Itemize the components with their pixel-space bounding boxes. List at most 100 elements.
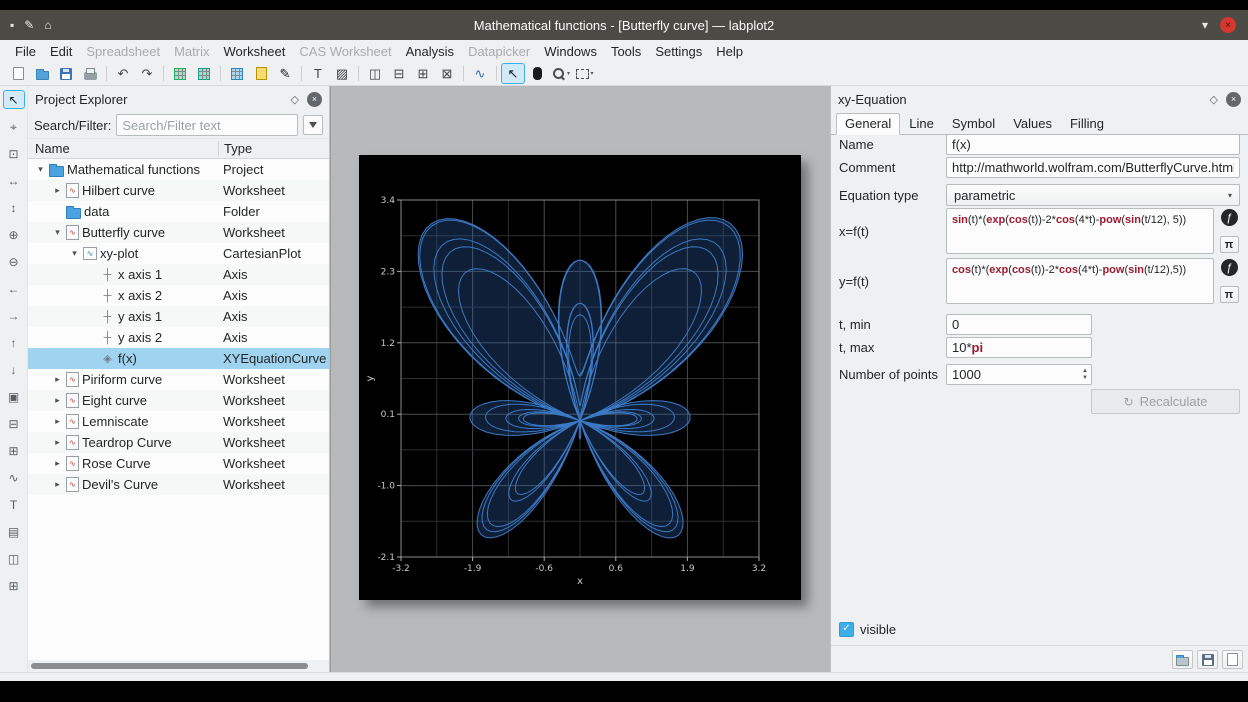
t-min-input[interactable] bbox=[946, 314, 1092, 335]
grid-layout-tool-button[interactable]: ⊞ bbox=[3, 576, 25, 595]
save-project-button[interactable] bbox=[54, 63, 78, 84]
undo-button[interactable]: ↶ bbox=[111, 63, 135, 84]
add-image-tool-button[interactable]: ▤ bbox=[3, 522, 25, 541]
menu-help[interactable]: Help bbox=[709, 42, 750, 61]
vertical-layout-tool-button[interactable]: ◫ bbox=[3, 549, 25, 568]
auto-scale-y-button[interactable]: ⊞ bbox=[3, 441, 25, 460]
spin-down-icon[interactable]: ▼ bbox=[1082, 375, 1088, 381]
tree-row-mathematical-functions[interactable]: ▾Mathematical functionsProject bbox=[28, 159, 329, 180]
grid-layout-button[interactable]: ⊞ bbox=[411, 63, 435, 84]
close-panel-button[interactable]: × bbox=[1226, 92, 1241, 107]
worksheet-page[interactable]: -3.2-1.9-0.60.61.93.23.42.31.20.1-1.0-2.… bbox=[359, 155, 801, 600]
filter-options-button[interactable] bbox=[303, 115, 323, 135]
tab-symbol[interactable]: Symbol bbox=[943, 113, 1004, 135]
new-datapicker-button[interactable]: ✎ bbox=[273, 63, 297, 84]
vertical-layout-button[interactable]: ◫ bbox=[363, 63, 387, 84]
zoom-in-mode-button[interactable]: ⊕ bbox=[3, 225, 25, 244]
comment-input[interactable] bbox=[946, 157, 1240, 178]
visible-checkbox[interactable]: ✓ bbox=[839, 622, 854, 637]
zoom-x-select-mode-button[interactable]: ↔ bbox=[3, 171, 25, 190]
add-xy-curve-button[interactable]: ∿ bbox=[468, 63, 492, 84]
break-layout-button[interactable]: ⊠ bbox=[435, 63, 459, 84]
add-image-button[interactable]: ▨ bbox=[330, 63, 354, 84]
expander-icon[interactable]: ▸ bbox=[52, 374, 63, 385]
tree-row-butterfly-curve[interactable]: ▾Butterfly curveWorksheet bbox=[28, 222, 329, 243]
tree-row-devil-s-curve[interactable]: ▸Devil's CurveWorksheet bbox=[28, 474, 329, 495]
auto-scale-x-button[interactable]: ⊟ bbox=[3, 414, 25, 433]
recalculate-button[interactable]: ↻ Recalculate bbox=[1091, 389, 1240, 414]
tab-filling[interactable]: Filling bbox=[1061, 113, 1113, 135]
t-max-input[interactable]: 10*pi bbox=[946, 337, 1092, 358]
select-mouse-mode-button[interactable]: ↖ bbox=[3, 90, 25, 109]
menu-file[interactable]: File bbox=[8, 42, 43, 61]
select-region-button[interactable]: ▾ bbox=[573, 63, 597, 84]
float-panel-icon[interactable]: ◇ bbox=[1210, 93, 1218, 106]
shift-right-button[interactable]: → bbox=[3, 306, 25, 325]
shift-left-button[interactable]: ← bbox=[3, 279, 25, 298]
insert-constant-button[interactable]: π bbox=[1220, 236, 1239, 253]
points-spinbox[interactable]: ▲ ▼ bbox=[946, 364, 1092, 385]
add-curve-button[interactable]: ∿ bbox=[3, 468, 25, 487]
insert-function-button[interactable]: ƒ bbox=[1221, 209, 1238, 226]
save-template-button[interactable] bbox=[1197, 650, 1218, 669]
expander-icon[interactable]: ▾ bbox=[69, 248, 80, 259]
zoom-select-mode-button[interactable]: ⊡ bbox=[3, 144, 25, 163]
close-window-button[interactable]: × bbox=[1220, 17, 1236, 33]
tree-row-hilbert-curve[interactable]: ▸Hilbert curveWorksheet bbox=[28, 180, 329, 201]
insert-function-button[interactable]: ƒ bbox=[1221, 259, 1238, 276]
tree-row-xy-plot[interactable]: ▾xy-plotCartesianPlot bbox=[28, 243, 329, 264]
menu-edit[interactable]: Edit bbox=[43, 42, 79, 61]
zoom-y-select-mode-button[interactable]: ↕ bbox=[3, 198, 25, 217]
name-input[interactable] bbox=[946, 134, 1240, 155]
chevron-down-icon[interactable]: ▾ bbox=[1202, 18, 1208, 32]
tab-line[interactable]: Line bbox=[900, 113, 943, 135]
expander-icon[interactable]: ▸ bbox=[52, 395, 63, 406]
tree-row-x-axis-2[interactable]: x axis 2Axis bbox=[28, 285, 329, 306]
equation-type-select[interactable]: parametric ▾ bbox=[946, 184, 1240, 206]
expander-icon[interactable]: ▸ bbox=[52, 479, 63, 490]
insert-constant-button[interactable]: π bbox=[1220, 286, 1239, 303]
tree-row-piriform-curve[interactable]: ▸Piriform curveWorksheet bbox=[28, 369, 329, 390]
open-project-button[interactable] bbox=[30, 63, 54, 84]
navigate-button[interactable] bbox=[525, 63, 549, 84]
menu-analysis[interactable]: Analysis bbox=[399, 42, 461, 61]
redo-button[interactable]: ↷ bbox=[135, 63, 159, 84]
shift-down-button[interactable]: ↓ bbox=[3, 360, 25, 379]
zoom-out-mode-button[interactable]: ⊖ bbox=[3, 252, 25, 271]
pencil-icon[interactable]: ✎ bbox=[24, 18, 34, 32]
save-default-button[interactable] bbox=[1222, 650, 1243, 669]
tab-general[interactable]: General bbox=[836, 113, 900, 135]
new-worksheet-button[interactable] bbox=[225, 63, 249, 84]
y-equation-input[interactable]: cos(t)*(exp(cos(t))-2*cos(4*t)-pow(sin(t… bbox=[946, 258, 1214, 304]
menu-tools[interactable]: Tools bbox=[604, 42, 648, 61]
select-pointer-button[interactable]: ↖ bbox=[501, 63, 525, 84]
menu-worksheet[interactable]: Worksheet bbox=[216, 42, 292, 61]
tree-row-rose-curve[interactable]: ▸Rose CurveWorksheet bbox=[28, 453, 329, 474]
tree-row-y-axis-1[interactable]: y axis 1Axis bbox=[28, 306, 329, 327]
load-template-button[interactable] bbox=[1172, 650, 1193, 669]
zoom-select-button[interactable]: ▾ bbox=[549, 63, 573, 84]
tree-row-eight-curve[interactable]: ▸Eight curveWorksheet bbox=[28, 390, 329, 411]
print-button[interactable] bbox=[78, 63, 102, 84]
tree-row-lemniscate[interactable]: ▸LemniscateWorksheet bbox=[28, 411, 329, 432]
points-input[interactable] bbox=[946, 364, 1092, 385]
butterfly-plot[interactable]: -3.2-1.9-0.60.61.93.23.42.31.20.1-1.0-2.… bbox=[359, 155, 801, 600]
column-header-type[interactable]: Type bbox=[218, 141, 329, 156]
horizontal-layout-button[interactable]: ⊟ bbox=[387, 63, 411, 84]
tree-row-f-x[interactable]: f(x)XYEquationCurve bbox=[28, 348, 329, 369]
app-menu-icon[interactable]: ▪ bbox=[10, 18, 14, 32]
tree-row-teardrop-curve[interactable]: ▸Teardrop CurveWorksheet bbox=[28, 432, 329, 453]
add-text-label-button[interactable]: T bbox=[306, 63, 330, 84]
auto-scale-button[interactable]: ▣ bbox=[3, 387, 25, 406]
crosshair-mode-button[interactable]: ⌖ bbox=[3, 117, 25, 136]
expander-icon[interactable]: ▸ bbox=[52, 458, 63, 469]
search-filter-input[interactable] bbox=[116, 114, 298, 136]
expander-icon[interactable]: ▾ bbox=[35, 164, 46, 175]
expander-icon[interactable]: ▸ bbox=[52, 437, 63, 448]
tree-row-y-axis-2[interactable]: y axis 2Axis bbox=[28, 327, 329, 348]
scrollbar-thumb[interactable] bbox=[31, 663, 308, 669]
new-matrix-button[interactable] bbox=[192, 63, 216, 84]
close-panel-button[interactable]: × bbox=[307, 92, 322, 107]
expander-icon[interactable]: ▸ bbox=[52, 416, 63, 427]
float-panel-icon[interactable]: ◇ bbox=[291, 93, 299, 106]
